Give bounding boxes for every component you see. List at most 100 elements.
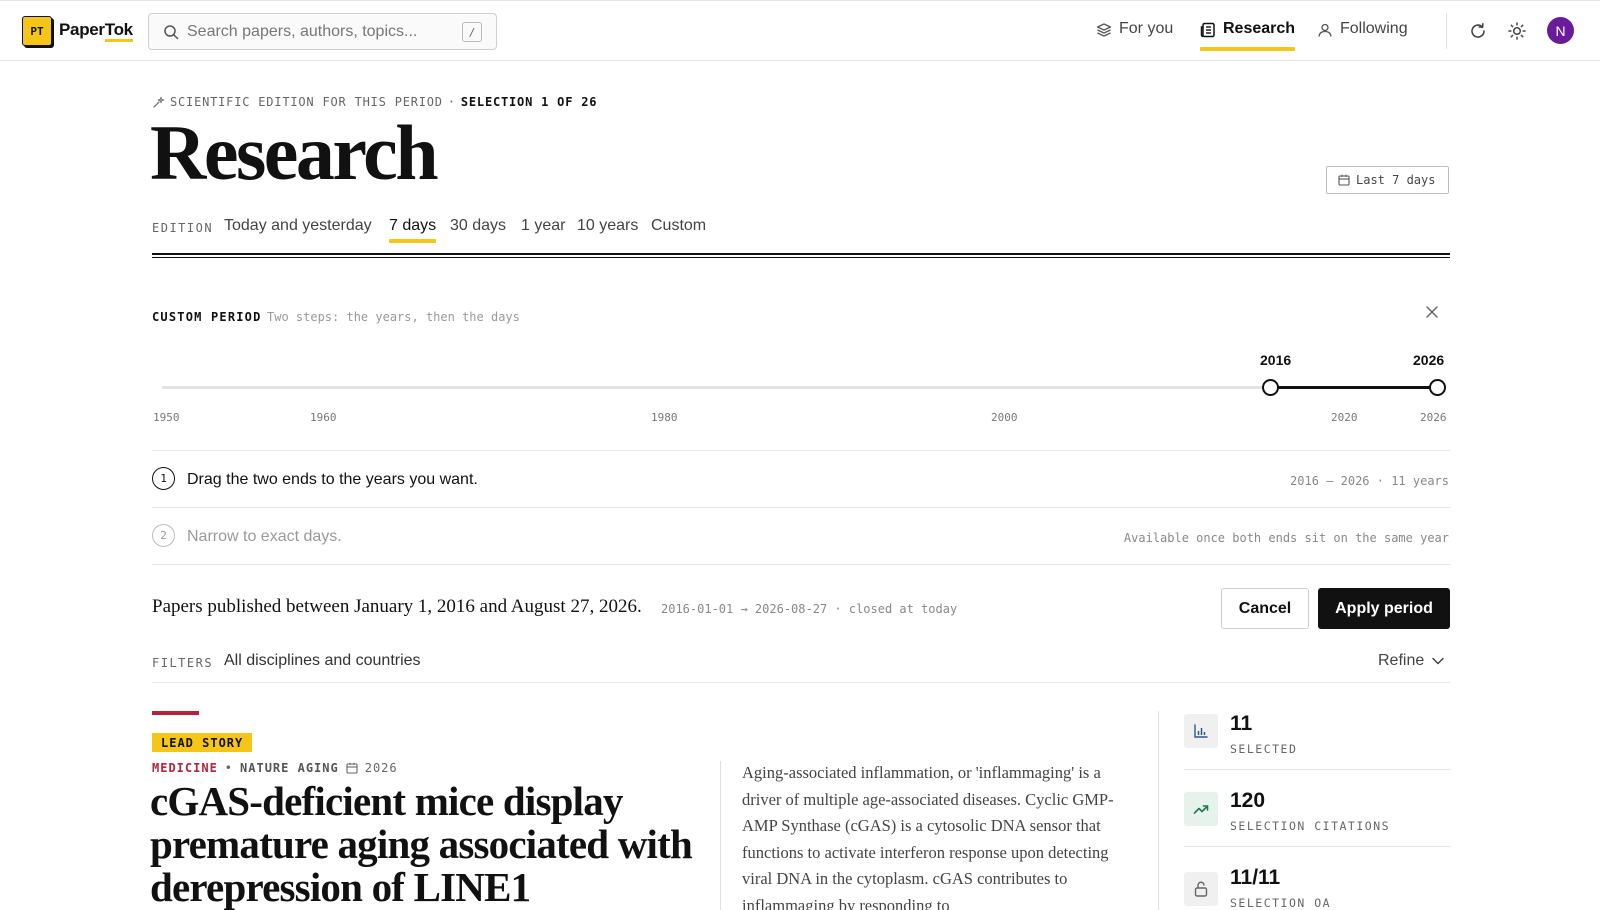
nav-label: Research bbox=[1223, 20, 1296, 37]
divider bbox=[1184, 846, 1450, 847]
stat-selected-value: 11 bbox=[1230, 712, 1253, 735]
year-slider-track[interactable] bbox=[162, 386, 1440, 389]
user-icon bbox=[1318, 23, 1332, 37]
app-name-part1: Paper bbox=[59, 20, 105, 39]
chevron-down-icon bbox=[1432, 657, 1444, 665]
step-number: 2 bbox=[152, 524, 175, 547]
period-summary-range: 2016-01-01 → 2026-08-27 · closed at toda… bbox=[661, 602, 958, 616]
refine-label: Refine bbox=[1378, 652, 1425, 669]
calendar-icon bbox=[346, 762, 358, 774]
abstract-divider bbox=[720, 761, 721, 910]
stat-icon-box bbox=[1184, 714, 1218, 748]
story-meta: MEDICINE • NATURE AGING 2026 bbox=[152, 761, 398, 775]
edition-label: EDITION bbox=[152, 221, 214, 235]
divider bbox=[1184, 769, 1450, 770]
divider bbox=[152, 450, 1450, 451]
tick-label: 2000 bbox=[991, 411, 1018, 424]
stat-icon-box bbox=[1184, 872, 1218, 906]
logo-mark[interactable]: PT bbox=[22, 16, 52, 46]
newspaper-icon bbox=[1200, 22, 1215, 38]
story-discipline[interactable]: MEDICINE bbox=[152, 761, 218, 775]
stat-selected-label: SELECTED bbox=[1230, 742, 1298, 756]
refine-button[interactable]: Refine bbox=[1378, 652, 1444, 670]
unlock-icon bbox=[1194, 881, 1208, 897]
tick-label: 2026 bbox=[1420, 411, 1447, 424]
step-2-meta: Available once both ends sit on the same… bbox=[1123, 531, 1449, 545]
tab-10-years[interactable]: 10 years bbox=[577, 217, 638, 235]
slider-end-handle[interactable] bbox=[1429, 379, 1446, 396]
date-badge-label: Last 7 days bbox=[1356, 173, 1436, 187]
tab-7-days[interactable]: 7 days bbox=[389, 217, 437, 243]
range-start-value: 2016 bbox=[1260, 352, 1292, 368]
search-shortcut: / bbox=[462, 22, 482, 42]
filters-value[interactable]: All disciplines and countries bbox=[224, 652, 421, 670]
header-rule bbox=[152, 253, 1450, 258]
cancel-button[interactable]: Cancel bbox=[1221, 588, 1309, 629]
nav-label: Following bbox=[1340, 20, 1408, 37]
range-end-value: 2026 bbox=[1413, 352, 1445, 368]
custom-period-hint: Two steps: the years, then the days bbox=[267, 310, 520, 324]
refresh-button[interactable] bbox=[1467, 20, 1489, 42]
kicker-text: SCIENTIFIC EDITION FOR THIS PERIOD bbox=[170, 95, 443, 109]
selection-counter: SELECTION 1 OF 26 bbox=[460, 95, 598, 109]
step-1-meta: 2016 — 2026 · 11 years bbox=[1290, 474, 1449, 488]
search-icon bbox=[164, 25, 179, 40]
date-range-badge[interactable]: Last 7 days bbox=[1326, 166, 1449, 194]
close-custom-period-button[interactable] bbox=[1422, 302, 1442, 322]
stat-oa-value: 11/11 bbox=[1230, 866, 1281, 889]
meta-separator: • bbox=[224, 761, 234, 775]
edition-kicker: SCIENTIFIC EDITION FOR THIS PERIOD · SEL… bbox=[152, 95, 597, 109]
slider-start-handle[interactable] bbox=[1262, 379, 1279, 396]
tab-today-yesterday[interactable]: Today and yesterday bbox=[224, 217, 372, 235]
app-name[interactable]: PaperTok bbox=[59, 20, 133, 42]
stat-citations-value: 120 bbox=[1230, 789, 1266, 812]
filters-label: FILTERS bbox=[152, 656, 214, 670]
year-slider-range bbox=[1270, 386, 1438, 389]
tick-label: 1980 bbox=[651, 411, 678, 424]
tab-1-year[interactable]: 1 year bbox=[521, 217, 565, 235]
tick-label: 1950 bbox=[153, 411, 180, 424]
stats-divider bbox=[1158, 711, 1159, 910]
bar-chart-icon bbox=[1194, 724, 1208, 738]
stat-citations-label: SELECTION CITATIONS bbox=[1230, 819, 1391, 833]
top-bar: PT PaperTok / For you Research Following… bbox=[0, 0, 1600, 61]
nav-for-you[interactable]: For you bbox=[1096, 20, 1173, 50]
avatar[interactable]: N bbox=[1547, 17, 1574, 44]
stat-oa-label: SELECTION OA bbox=[1230, 896, 1332, 910]
story-journal[interactable]: NATURE AGING bbox=[240, 761, 339, 775]
theme-toggle[interactable] bbox=[1506, 20, 1528, 42]
story-title[interactable]: cGAS-deficient mice display premature ag… bbox=[150, 780, 710, 909]
divider bbox=[152, 682, 1450, 683]
nav-following[interactable]: Following bbox=[1317, 20, 1408, 50]
refresh-icon bbox=[1471, 23, 1485, 38]
calendar-icon bbox=[1338, 174, 1350, 186]
divider bbox=[152, 564, 1450, 565]
kicker-separator: · bbox=[447, 95, 456, 109]
tick-label: 1960 bbox=[310, 411, 337, 424]
story-abstract: Aging-associated inflammation, or 'infla… bbox=[742, 763, 1114, 910]
discipline-color-bar bbox=[152, 711, 199, 715]
step-2-text: Narrow to exact days. bbox=[187, 528, 342, 545]
period-summary: Papers published between January 1, 2016… bbox=[152, 596, 642, 617]
nav-divider bbox=[1446, 13, 1447, 49]
custom-period-label: CUSTOM PERIOD bbox=[152, 310, 262, 324]
step-1-text: Drag the two ends to the years you want. bbox=[187, 471, 478, 488]
nav-research[interactable]: Research bbox=[1200, 20, 1296, 51]
close-icon bbox=[1426, 306, 1438, 318]
sparkle-icon bbox=[153, 96, 165, 108]
tab-30-days[interactable]: 30 days bbox=[450, 217, 506, 235]
divider bbox=[152, 507, 1450, 508]
sun-icon bbox=[1508, 22, 1526, 40]
story-year: 2026 bbox=[364, 761, 398, 775]
page-title: Research bbox=[150, 109, 439, 196]
search-input[interactable] bbox=[187, 20, 447, 44]
layers-icon bbox=[1096, 23, 1112, 37]
tab-custom[interactable]: Custom bbox=[651, 217, 706, 235]
apply-period-button[interactable]: Apply period bbox=[1318, 588, 1450, 629]
lead-story-badge: LEAD STORY bbox=[152, 733, 253, 752]
app-name-part2: Tok bbox=[104, 20, 133, 42]
search-box[interactable]: / bbox=[148, 13, 497, 50]
step-number: 1 bbox=[152, 467, 175, 490]
trending-up-icon bbox=[1193, 805, 1209, 814]
nav-label: For you bbox=[1119, 20, 1174, 37]
